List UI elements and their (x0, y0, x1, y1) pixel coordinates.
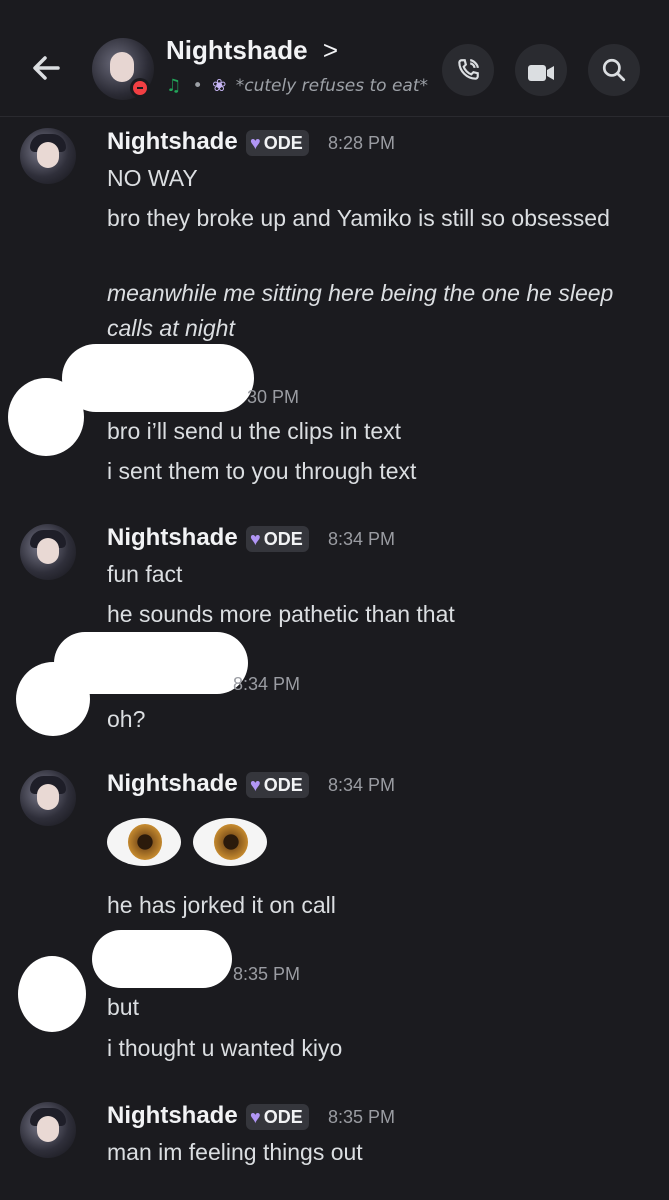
back-button[interactable] (28, 50, 68, 90)
timestamp: 30 PM (247, 387, 300, 407)
music-icon: ♫ (166, 76, 182, 96)
phone-icon (458, 59, 479, 80)
dnd-status-icon (130, 78, 150, 98)
message-text[interactable]: but (107, 990, 627, 1025)
voice-call-button[interactable] (442, 44, 494, 96)
message-text[interactable]: bro they broke up and Yamiko is still so… (107, 201, 627, 236)
video-icon (528, 65, 554, 81)
emoji-message[interactable] (107, 814, 279, 874)
message-text[interactable]: man im feeling things out (107, 1135, 627, 1170)
message-group: 30 PM bro i’ll send u the clips in text … (0, 340, 669, 500)
message-text[interactable]: i sent them to you through text (107, 454, 627, 489)
message-text[interactable]: NO WAY (107, 161, 627, 196)
message-text[interactable]: oh? (107, 702, 627, 737)
avatar[interactable] (20, 770, 76, 826)
chevron-right-icon: > (322, 35, 338, 65)
eye-emoji-icon (193, 814, 267, 870)
timestamp: 8:35 PM (328, 1107, 396, 1127)
heart-icon: ♥ (250, 529, 261, 549)
redaction (16, 662, 90, 736)
message-text[interactable]: he sounds more pathetic than that (107, 597, 627, 632)
redaction (92, 930, 232, 988)
redaction (62, 344, 254, 412)
video-call-button[interactable] (515, 44, 567, 96)
message-text[interactable]: fun fact (107, 557, 627, 592)
message-group: Nightshade ♥ ODE 8:34 PM fun fact he soun… (0, 520, 669, 640)
eye-emoji-icon (107, 814, 181, 870)
message-group: Nightshade ♥ ODE 8:34 PM he has jorked it… (0, 766, 669, 936)
arrow-left-icon (33, 56, 60, 80)
status-separator: • (192, 76, 203, 96)
message-text[interactable]: i thought u wanted kiyo (107, 1031, 627, 1066)
timestamp: 8:34 PM (328, 529, 396, 549)
user-name: Nightshade (166, 35, 308, 65)
chat-header: Nightshade > ♫ • ❀ *cutely refuses to ea… (0, 0, 669, 117)
timestamp: 8:35 PM (233, 964, 301, 984)
server-tag-badge[interactable]: ♥ ODE (246, 526, 309, 552)
flower-icon: ❀ (212, 76, 227, 96)
message-text[interactable]: meanwhile me sitting here being the one … (107, 276, 627, 346)
timestamp: 8:34 PM (328, 775, 396, 795)
heart-icon: ♥ (250, 133, 261, 153)
timestamp: 8:34 PM (233, 674, 301, 694)
author-name[interactable]: Nightshade (107, 1102, 238, 1130)
author-name[interactable]: Nightshade (107, 128, 238, 156)
search-button[interactable] (588, 44, 640, 96)
author-name[interactable]: Nightshade (107, 770, 238, 798)
message-group: Nightshade ♥ ODE 8:28 PM NO WAY bro they … (0, 124, 669, 344)
author-name[interactable]: Nightshade (107, 524, 238, 552)
server-tag-badge[interactable]: ♥ ODE (246, 1104, 309, 1130)
heart-icon: ♥ (250, 1107, 261, 1127)
timestamp: 8:28 PM (328, 133, 396, 153)
heart-icon: ♥ (250, 775, 261, 795)
message-text[interactable]: bro i’ll send u the clips in text (107, 414, 627, 449)
redaction (18, 956, 86, 1032)
message-group: 8:35 PM but i thought u wanted kiyo (0, 926, 669, 1086)
custom-status: ♫ • ❀ *cutely refuses to eat* (166, 76, 428, 96)
message-group: Nightshade ♥ ODE 8:35 PM man im feeling t… (0, 1098, 669, 1198)
redaction (8, 378, 84, 456)
server-tag-badge[interactable]: ♥ ODE (246, 130, 309, 156)
search-icon (602, 58, 626, 82)
channel-title[interactable]: Nightshade > (166, 35, 338, 66)
avatar[interactable] (20, 1102, 76, 1158)
server-tag-badge[interactable]: ♥ ODE (246, 772, 309, 798)
message-group: 8:34 PM oh? (0, 630, 669, 740)
avatar[interactable] (20, 128, 76, 184)
status-text: *cutely refuses to eat* (235, 76, 428, 96)
avatar[interactable] (20, 524, 76, 580)
message-text[interactable]: he has jorked it on call (107, 888, 627, 923)
